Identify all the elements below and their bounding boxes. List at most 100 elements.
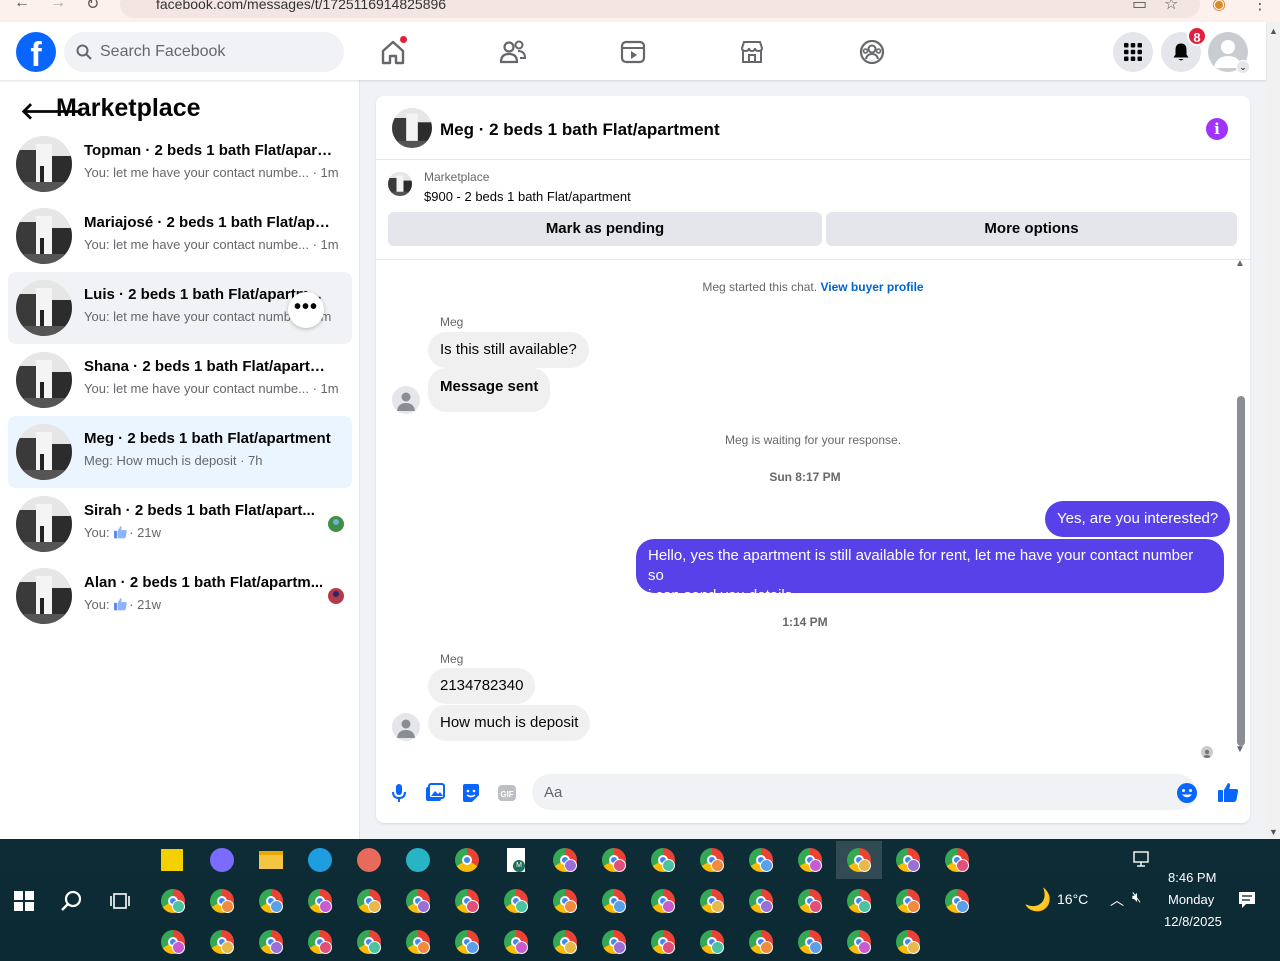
scrollbar-thumb[interactable] bbox=[1237, 396, 1245, 746]
chrome-profile-icon[interactable] bbox=[199, 923, 245, 961]
reload-icon[interactable]: ↻ bbox=[86, 0, 99, 14]
conversation-item[interactable]: Meg · 2 beds 1 bath Flat/apartment Meg: H… bbox=[8, 416, 352, 488]
view-buyer-profile-link[interactable]: View buyer profile bbox=[820, 280, 923, 294]
conversation-item[interactable]: Mariajosé · 2 beds 1 bath Flat/apar... Yo… bbox=[8, 200, 352, 272]
more-options-button[interactable]: More options bbox=[826, 212, 1237, 246]
incoming-message[interactable]: Message sent bbox=[428, 368, 551, 412]
taskbar-search-icon[interactable] bbox=[60, 889, 84, 913]
sticker-icon[interactable] bbox=[460, 782, 482, 804]
chrome-profile-icon[interactable] bbox=[395, 882, 441, 920]
conversation-item[interactable]: Luis · 2 beds 1 bath Flat/apartm... You: … bbox=[8, 272, 352, 344]
temperature[interactable]: 16°C bbox=[1057, 891, 1088, 907]
chrome-profile-icon[interactable] bbox=[738, 841, 784, 879]
account-caret-icon[interactable]: ⌄ bbox=[1236, 60, 1250, 74]
task-view-icon[interactable] bbox=[110, 891, 130, 911]
document-app-icon[interactable]: M bbox=[493, 841, 539, 879]
chrome-profile-icon[interactable] bbox=[591, 882, 637, 920]
weather-moon-icon[interactable]: 🌙 bbox=[1024, 887, 1051, 913]
chrome-profile-icon[interactable] bbox=[885, 841, 931, 879]
tray-overflow-icon[interactable]: ︿ bbox=[1110, 890, 1124, 910]
emoji-icon[interactable] bbox=[1176, 782, 1198, 804]
app-icon[interactable] bbox=[395, 841, 441, 879]
listing-thumbnail[interactable] bbox=[392, 108, 432, 148]
conversation-item[interactable]: Shana · 2 beds 1 bath Flat/apartme... You… bbox=[8, 344, 352, 416]
clock-time[interactable]: 8:46 PM bbox=[1168, 870, 1216, 885]
chrome-profile-icon[interactable] bbox=[885, 882, 931, 920]
home-icon[interactable] bbox=[377, 36, 409, 68]
action-center-icon[interactable] bbox=[1238, 891, 1256, 912]
chrome-profile-icon[interactable] bbox=[640, 841, 686, 879]
scroll-up-icon[interactable]: ▲ bbox=[1269, 26, 1278, 36]
chrome-profile-icon[interactable] bbox=[493, 882, 539, 920]
chrome-profile-icon[interactable] bbox=[787, 923, 833, 961]
scroll-up-icon[interactable]: ▲ bbox=[1235, 258, 1245, 269]
incoming-message[interactable]: 2134782340 bbox=[428, 668, 536, 704]
back-icon[interactable]: ← bbox=[14, 0, 30, 12]
chrome-profile-icon[interactable] bbox=[542, 923, 588, 961]
page-scrollbar[interactable]: ▲ ▼ bbox=[1266, 22, 1280, 839]
chrome-profile-icon[interactable] bbox=[297, 882, 343, 920]
volume-muted-icon[interactable]: 🔇︎ bbox=[1132, 889, 1141, 906]
chat-title[interactable]: Meg · 2 beds 1 bath Flat/apartment bbox=[440, 120, 720, 140]
chrome-profile-icon[interactable] bbox=[150, 923, 196, 961]
friends-icon[interactable] bbox=[497, 36, 529, 68]
chrome-profile-icon[interactable] bbox=[689, 923, 735, 961]
conversation-item[interactable]: Alan · 2 beds 1 bath Flat/apartm... You: … bbox=[8, 560, 352, 632]
facebook-logo[interactable]: f bbox=[16, 32, 56, 72]
listing-description[interactable]: $900 - 2 beds 1 bath Flat/apartment bbox=[424, 189, 631, 204]
chrome-profile-icon[interactable] bbox=[542, 841, 588, 879]
network-icon[interactable] bbox=[1133, 851, 1151, 870]
chrome-profile-icon[interactable] bbox=[493, 923, 539, 961]
video-icon[interactable] bbox=[617, 36, 649, 68]
forward-icon[interactable]: → bbox=[50, 0, 66, 12]
chrome-profile-icon[interactable] bbox=[542, 882, 588, 920]
chrome-profile-icon[interactable] bbox=[444, 923, 490, 961]
paint-icon[interactable] bbox=[346, 841, 392, 879]
profile-icon[interactable]: ◉ bbox=[1212, 0, 1226, 14]
chrome-icon[interactable] bbox=[444, 841, 490, 879]
chrome-profile-icon[interactable] bbox=[395, 923, 441, 961]
chrome-profile-icon[interactable] bbox=[150, 882, 196, 920]
chrome-profile-icon[interactable] bbox=[689, 841, 735, 879]
copilot-icon[interactable] bbox=[199, 841, 245, 879]
notifications-button[interactable]: 8 bbox=[1161, 26, 1207, 72]
info-icon[interactable]: i bbox=[1206, 118, 1228, 140]
edge-icon[interactable] bbox=[297, 841, 343, 879]
chrome-profile-icon[interactable] bbox=[248, 882, 294, 920]
incoming-message[interactable]: Is this still available? bbox=[428, 332, 589, 368]
menu-button[interactable] bbox=[1113, 32, 1153, 72]
chrome-profile-icon[interactable] bbox=[885, 923, 931, 961]
mark-pending-button[interactable]: Mark as pending bbox=[388, 212, 822, 246]
sender-avatar[interactable] bbox=[392, 713, 420, 741]
incoming-message[interactable]: How much is deposit bbox=[428, 705, 591, 741]
sender-avatar[interactable] bbox=[392, 386, 420, 414]
outgoing-message[interactable]: Hello, yes the apartment is still availa… bbox=[636, 539, 1224, 604]
chrome-profile-icon[interactable] bbox=[934, 841, 980, 879]
chrome-profile-icon[interactable] bbox=[591, 923, 637, 961]
sticky-notes-icon[interactable] bbox=[150, 841, 196, 879]
photo-icon[interactable] bbox=[424, 782, 446, 804]
chrome-profile-icon[interactable] bbox=[836, 841, 882, 879]
chrome-profile-icon[interactable] bbox=[199, 882, 245, 920]
chrome-profile-icon[interactable] bbox=[836, 882, 882, 920]
chrome-profile-icon[interactable] bbox=[934, 882, 980, 920]
chrome-profile-icon[interactable] bbox=[591, 841, 637, 879]
chrome-profile-icon[interactable] bbox=[787, 882, 833, 920]
chrome-profile-icon[interactable] bbox=[738, 923, 784, 961]
gif-icon[interactable]: GIF bbox=[496, 782, 518, 804]
groups-icon[interactable] bbox=[856, 36, 888, 68]
outgoing-message[interactable]: Yes, are you interested? bbox=[1045, 501, 1231, 537]
scroll-down-icon[interactable]: ▼ bbox=[1235, 744, 1245, 755]
message-input[interactable] bbox=[532, 774, 1196, 810]
chrome-profile-icon[interactable] bbox=[787, 841, 833, 879]
chrome-profile-icon[interactable] bbox=[248, 923, 294, 961]
chrome-profile-icon[interactable] bbox=[346, 882, 392, 920]
install-icon[interactable]: ▭ bbox=[1132, 0, 1147, 14]
chrome-profile-icon[interactable] bbox=[297, 923, 343, 961]
marketplace-icon[interactable] bbox=[736, 36, 768, 68]
chat-scrollbar[interactable]: ▲ ▼ bbox=[1234, 258, 1248, 762]
search-box[interactable] bbox=[64, 32, 344, 72]
chrome-profile-icon[interactable] bbox=[640, 923, 686, 961]
microphone-icon[interactable] bbox=[388, 782, 410, 804]
chrome-profile-icon[interactable] bbox=[346, 923, 392, 961]
